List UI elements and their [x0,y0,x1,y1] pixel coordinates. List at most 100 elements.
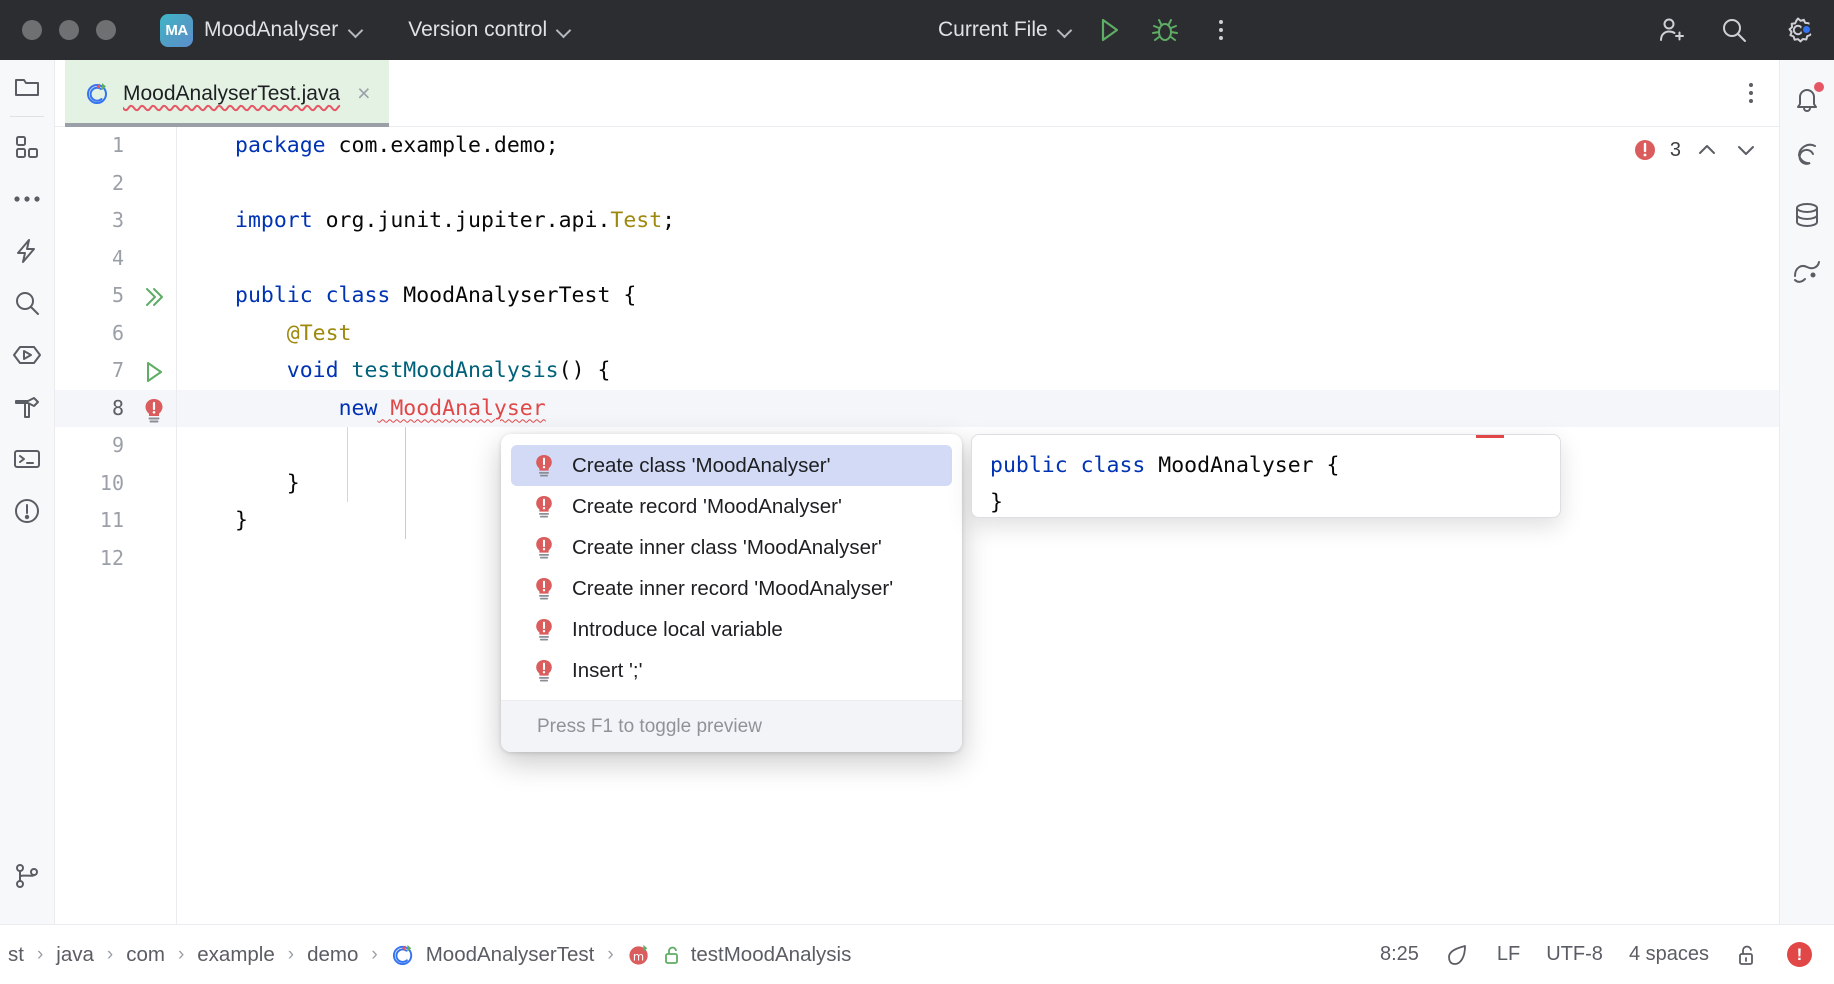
run-button[interactable] [1091,12,1127,48]
error-count: 3 [1670,139,1681,162]
error-bulb-icon [533,454,555,478]
sidebar-item-database[interactable] [1780,186,1834,244]
keyword-token: package [235,133,326,158]
sidebar-item-project[interactable] [0,60,55,112]
more-vertical-icon [1219,20,1223,40]
code-line-12 [177,540,1779,578]
close-window-button[interactable] [22,20,42,40]
java-test-class-icon [85,80,112,107]
chevron-down-icon[interactable] [1733,137,1759,163]
inspection-widget[interactable]: 3 [1633,137,1759,163]
gutter-line-12: 12 [55,540,176,578]
preview-code-line-1: public class MoodAnalyser { [990,447,1560,484]
chevron-up-icon[interactable] [1694,137,1720,163]
code-text: } [177,465,300,503]
code-line-5: public class MoodAnalyserTest { [177,277,1779,315]
editor-text-area[interactable]: package com.example.demo; import org.jun… [177,127,1779,924]
sidebar-item-find[interactable] [0,277,55,329]
intention-item-create-inner-class[interactable]: Create inner class 'MoodAnalyser' [511,527,952,568]
minimize-window-button[interactable] [59,20,79,40]
version-control-widget[interactable]: Version control [408,18,570,42]
sidebar-item-structure[interactable] [0,121,55,173]
maximize-window-button[interactable] [96,20,116,40]
editor-tab-label: MoodAnalyserTest.java [123,82,340,106]
sidebar-item-ai-chat[interactable] [1780,128,1834,186]
code-token: } [990,490,1003,515]
sidebar-item-ai-assistant[interactable] [0,225,55,277]
intention-item-introduce-local-variable[interactable]: Introduce local variable [511,609,952,650]
sidebar-item-endpoints[interactable] [1780,244,1834,302]
code-token: () { [559,358,611,383]
breadcrumb-item[interactable]: demo [307,943,358,967]
add-account-button[interactable] [1652,12,1688,48]
breadcrumb-separator: › [37,944,43,966]
line-number: 2 [55,165,176,203]
notification-badge [1814,82,1824,92]
close-icon[interactable]: × [357,82,370,105]
status-bar-widgets: 8:25 LF UTF-8 4 spaces ! [1380,942,1834,968]
sidebar-item-more[interactable] [0,173,55,225]
breadcrumb-item[interactable]: example [197,943,275,967]
sidebar-item-terminal[interactable] [0,433,55,485]
gutter-line-1: 1 [55,127,176,165]
status-error-badge[interactable]: ! [1787,942,1812,967]
error-bulb-icon [533,577,555,601]
method-token: testMoodAnalysis [339,358,559,383]
breadcrumb-item[interactable]: st [8,943,24,967]
settings-button[interactable] [1780,12,1816,48]
line-separator-widget[interactable]: LF [1497,943,1520,966]
unlocked-icon[interactable] [1735,942,1761,968]
version-control-label: Version control [408,18,547,42]
intention-bulb-icon[interactable] [142,398,168,422]
intention-item-create-class[interactable]: Create class 'MoodAnalyser' [511,445,952,486]
sidebar-item-git[interactable] [0,850,55,902]
type-token: Test [610,208,662,233]
gutter-line-10: 10 [55,465,176,503]
line-number: 3 [55,202,176,240]
chevron-down-icon [349,24,362,37]
breadcrumb-separator: › [607,944,613,966]
intention-item-insert-semicolon[interactable]: Insert ';' [511,650,952,691]
project-name: MoodAnalyser [204,18,338,42]
caret-position-widget[interactable]: 8:25 [1380,943,1419,966]
intention-item-create-inner-record[interactable]: Create inner record 'MoodAnalyser' [511,568,952,609]
intention-item-label: Create record 'MoodAnalyser' [572,495,842,519]
error-token: MoodAnalyser [377,396,545,421]
breadcrumb-separator: › [178,944,184,966]
keyword-token: new [339,396,378,421]
sidebar-item-build[interactable] [0,381,55,433]
gutter-line-3: 3 [55,202,176,240]
intention-item-create-record[interactable]: Create record 'MoodAnalyser' [511,486,952,527]
editor-tab-moodanalysertest[interactable]: MoodAnalyserTest.java × [65,60,389,127]
more-run-actions-button[interactable] [1203,12,1239,48]
java-test-class-icon [391,942,417,968]
indent-widget[interactable]: 4 spaces [1629,943,1709,966]
run-test-icon[interactable] [142,360,168,384]
run-all-tests-icon[interactable] [142,285,168,309]
project-widget[interactable]: MA MoodAnalyser [160,14,362,47]
intention-actions-popup[interactable]: Create class 'MoodAnalyser' Create recor… [501,434,962,752]
code-line-8: new MoodAnalyser [177,390,1779,428]
breadcrumb-item[interactable]: java [56,943,94,967]
sidebar-item-problems[interactable] [0,485,55,537]
breadcrumb: st › java › com › example › demo › Mood [0,942,851,968]
editor-tabs-options-button[interactable] [1749,60,1779,126]
line-number: 1 [55,127,176,165]
debug-button[interactable] [1147,12,1183,48]
encoding-widget[interactable]: UTF-8 [1546,943,1603,966]
title-bar-right-actions [1652,0,1816,60]
breadcrumb-item[interactable]: com [126,943,165,967]
code-text: new MoodAnalyser [177,390,546,428]
breadcrumb-item-method[interactable]: m testMoodAnalysis [627,942,852,968]
editor-gutter[interactable]: 1 2 3 4 5 6 7 [55,127,177,924]
run-configuration-selector[interactable]: Current File [938,18,1071,42]
sidebar-item-notifications[interactable] [1780,70,1834,128]
breadcrumb-item-class[interactable]: MoodAnalyserTest [391,942,595,968]
gutter-line-9: 9 [55,427,176,465]
search-everywhere-button[interactable] [1716,12,1752,48]
sidebar-item-run[interactable] [0,329,55,381]
code-text: void testMoodAnalysis() { [177,352,610,390]
code-token: } [235,508,248,533]
power-save-icon[interactable] [1445,942,1471,968]
intention-item-label: Create class 'MoodAnalyser' [572,454,831,478]
